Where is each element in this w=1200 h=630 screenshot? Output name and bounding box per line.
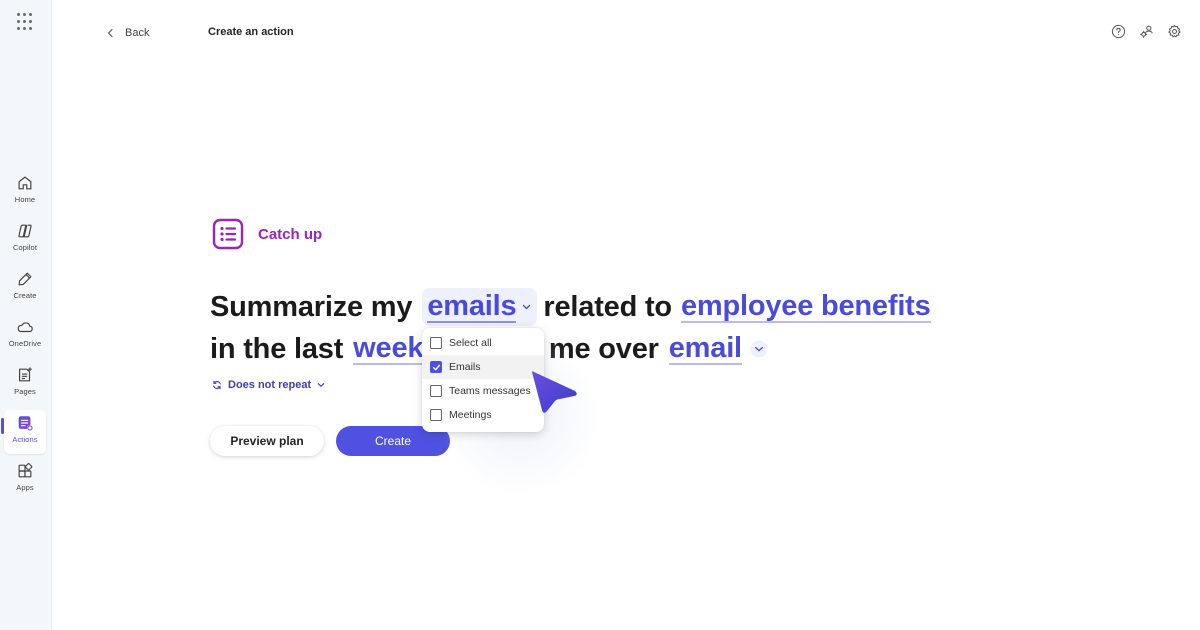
nav-item-label: Create bbox=[13, 291, 37, 300]
repeat-label: Does not repeat bbox=[228, 379, 312, 391]
nav-item-label: OneDrive bbox=[8, 339, 42, 348]
period-token[interactable]: week bbox=[353, 333, 424, 365]
repeat-icon bbox=[213, 380, 221, 390]
left-nav-rail: Home Copilot Create OneDrive Pages Actio… bbox=[0, 0, 52, 630]
apps-icon bbox=[18, 463, 33, 478]
preview-plan-button[interactable]: Preview plan bbox=[210, 426, 324, 456]
option-label: Meetings bbox=[449, 409, 492, 421]
category-label: Catch up bbox=[258, 225, 323, 243]
nav-item-pages[interactable]: Pages bbox=[4, 362, 46, 406]
header-actions bbox=[1110, 23, 1182, 39]
nav-item-home[interactable]: Home bbox=[4, 170, 46, 214]
chevron-down-icon[interactable] bbox=[750, 340, 768, 358]
source-dropdown-menu: Select all Emails Teams messages Meeting… bbox=[422, 328, 544, 432]
cloud-icon bbox=[17, 322, 33, 333]
sentence-text: related to bbox=[543, 291, 672, 323]
source-dropdown-token[interactable]: emails bbox=[422, 288, 538, 326]
checkbox[interactable] bbox=[430, 361, 442, 373]
pen-icon bbox=[18, 272, 32, 286]
actions-icon bbox=[18, 416, 33, 431]
dropdown-option-emails[interactable]: Emails bbox=[422, 355, 544, 379]
nav-item-copilot[interactable]: Copilot bbox=[4, 218, 46, 262]
checkmark-icon bbox=[432, 364, 440, 370]
nav-item-label: Copilot bbox=[12, 243, 38, 252]
nav-item-create[interactable]: Create bbox=[4, 266, 46, 310]
nav-item-label: Home bbox=[14, 195, 36, 204]
option-label: Emails bbox=[449, 361, 481, 373]
checkbox[interactable] bbox=[430, 409, 442, 421]
dropdown-option-select-all[interactable]: Select all bbox=[422, 331, 544, 355]
page-title: Create an action bbox=[208, 26, 294, 38]
nav-item-onedrive[interactable]: OneDrive bbox=[4, 314, 46, 358]
help-icon bbox=[1111, 24, 1125, 38]
nav-item-label: Pages bbox=[14, 387, 36, 396]
dropdown-option-teams-messages[interactable]: Teams messages bbox=[422, 379, 544, 403]
sentence-text: in the last bbox=[210, 333, 344, 365]
help-button[interactable] bbox=[1110, 23, 1126, 39]
chevron-down-icon bbox=[317, 383, 325, 387]
chevron-left-icon bbox=[107, 28, 113, 38]
nav-item-apps[interactable]: Apps bbox=[4, 458, 46, 502]
topic-token[interactable]: employee benefits bbox=[680, 291, 931, 323]
channel-token[interactable]: email bbox=[668, 333, 742, 365]
nav-item-actions[interactable]: Actions bbox=[4, 410, 46, 454]
list-icon bbox=[212, 218, 244, 250]
checkbox[interactable] bbox=[430, 337, 442, 349]
nav-item-label: Apps bbox=[16, 483, 34, 492]
action-category: Catch up bbox=[212, 218, 322, 250]
pages-icon bbox=[19, 367, 32, 382]
back-label: Back bbox=[125, 27, 150, 39]
source-token: emails bbox=[427, 290, 517, 323]
chevron-down-icon bbox=[523, 304, 531, 310]
nav-item-label: Actions bbox=[12, 435, 38, 444]
pointer-cursor-icon bbox=[532, 371, 577, 413]
people-settings-button[interactable] bbox=[1138, 23, 1154, 39]
people-settings-icon bbox=[1139, 25, 1153, 38]
option-label: Teams messages bbox=[449, 385, 531, 397]
checkbox[interactable] bbox=[430, 385, 442, 397]
home-icon bbox=[18, 176, 32, 190]
repeat-selector[interactable]: Does not repeat bbox=[212, 379, 325, 391]
copilot-icon bbox=[18, 224, 32, 238]
waffle-icon[interactable] bbox=[17, 13, 35, 31]
option-label: Select all bbox=[449, 337, 492, 349]
sentence-text: Summarize my bbox=[210, 291, 413, 323]
sentence-line-1: Summarize my emails related to employee … bbox=[210, 286, 931, 328]
settings-icon bbox=[1167, 24, 1181, 37]
dropdown-option-meetings[interactable]: Meetings bbox=[422, 403, 544, 427]
back-button[interactable]: Back bbox=[106, 24, 149, 42]
settings-button[interactable] bbox=[1166, 23, 1182, 39]
